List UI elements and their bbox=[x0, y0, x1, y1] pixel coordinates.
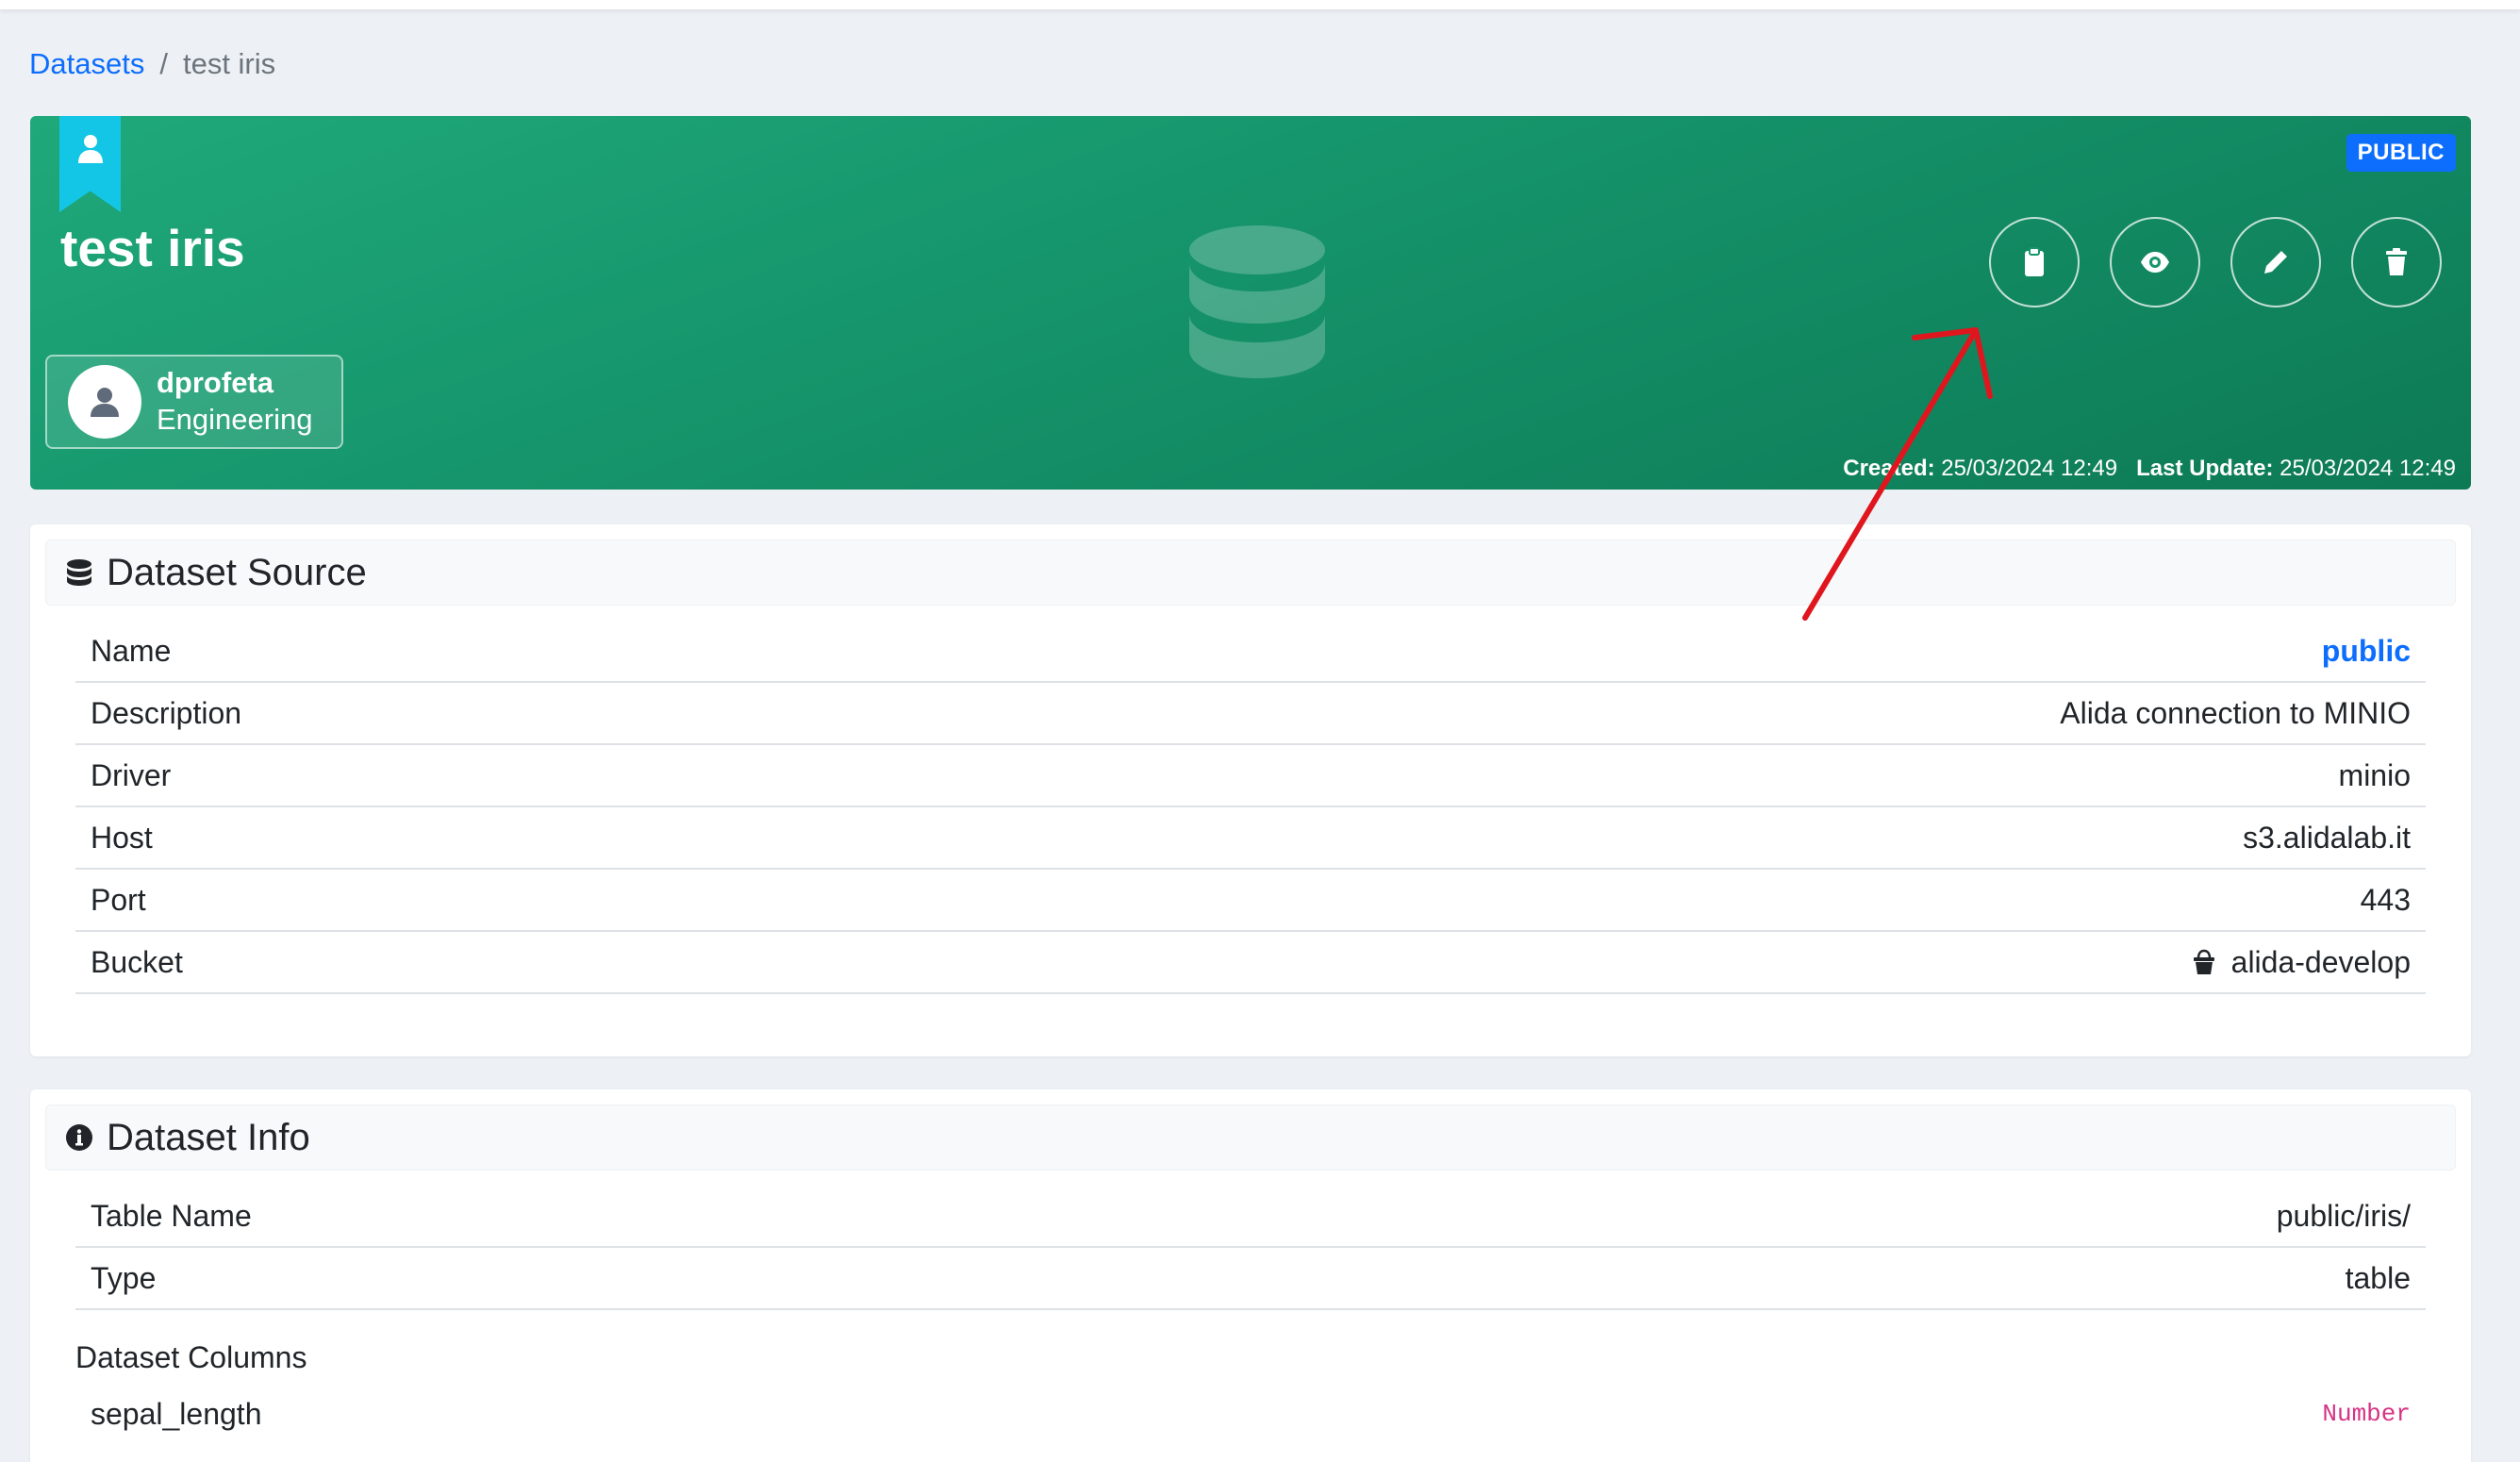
dataset-source-header: Dataset Source bbox=[45, 540, 2456, 606]
created-value: 25/03/2024 12:49 bbox=[1941, 456, 2118, 481]
dataset-info-header: Dataset Info bbox=[45, 1105, 2456, 1171]
dataset-source-title: Dataset Source bbox=[107, 551, 367, 593]
bucket-value: alida-develop bbox=[2230, 944, 2411, 979]
dataset-actions bbox=[1989, 217, 2442, 307]
row-value: Alida connection to MINIO bbox=[2060, 695, 2411, 730]
updated-value: 25/03/2024 12:49 bbox=[2280, 456, 2456, 481]
row-key: Driver bbox=[91, 757, 172, 792]
dates-info: Created: 25/03/2024 12:49 Last Update: 2… bbox=[1843, 456, 2456, 482]
info-row-table-name: Table Name public/iris/ bbox=[75, 1186, 2426, 1248]
updated-label: Last Update: bbox=[2136, 456, 2274, 481]
source-row-bucket: Bucket alida-develop bbox=[75, 932, 2426, 994]
source-row-description: Description Alida connection to MINIO bbox=[75, 683, 2426, 745]
source-row-driver: Driver minio bbox=[75, 745, 2426, 807]
breadcrumb: Datasets / test iris bbox=[29, 45, 275, 83]
clipboard-icon bbox=[2025, 247, 2044, 276]
row-key: Type bbox=[91, 1260, 157, 1295]
breadcrumb-datasets-link[interactable]: Datasets bbox=[29, 47, 144, 81]
dataset-columns-heading: Dataset Columns bbox=[75, 1340, 307, 1374]
owner-card[interactable]: dprofeta Engineering bbox=[45, 355, 343, 449]
bucket-icon bbox=[2193, 949, 2214, 974]
row-value: s3.alidalab.it bbox=[2243, 820, 2411, 855]
trash-icon bbox=[2386, 248, 2407, 275]
row-key: Table Name bbox=[91, 1198, 252, 1233]
view-button[interactable] bbox=[2110, 217, 2200, 307]
source-row-name: Name public bbox=[75, 621, 2426, 683]
row-value: alida-develop bbox=[2192, 945, 2411, 980]
row-key: Port bbox=[91, 882, 146, 917]
breadcrumb-separator: / bbox=[159, 47, 168, 80]
dataset-info-table: Table Name public/iris/ Type table bbox=[75, 1186, 2426, 1310]
row-value: 443 bbox=[2360, 882, 2411, 917]
edit-button[interactable] bbox=[2230, 217, 2321, 307]
owner-name: dprofeta bbox=[157, 366, 274, 399]
info-row-type: Type table bbox=[75, 1248, 2426, 1310]
dataset-info-title: Dataset Info bbox=[107, 1116, 310, 1158]
database-icon bbox=[67, 559, 91, 586]
database-icon bbox=[1189, 225, 1325, 378]
row-value: public/iris/ bbox=[2276, 1198, 2411, 1233]
pencil-icon bbox=[2264, 251, 2287, 274]
avatar bbox=[68, 365, 141, 439]
eye-icon bbox=[2141, 252, 2169, 273]
row-key: Description bbox=[91, 695, 242, 730]
row-key: Host bbox=[91, 820, 153, 855]
info-circle-icon bbox=[66, 1124, 92, 1151]
row-value: minio bbox=[2338, 757, 2411, 792]
row-key: Name bbox=[91, 633, 172, 668]
dataset-title: test iris bbox=[60, 219, 245, 277]
dataset-source-card: Dataset Source Name public Description A… bbox=[30, 524, 2471, 1056]
owner-ribbon bbox=[59, 116, 121, 212]
delete-button[interactable] bbox=[2351, 217, 2442, 307]
row-key: Bucket bbox=[91, 944, 183, 979]
source-row-port: Port 443 bbox=[75, 870, 2426, 932]
breadcrumb-current: test iris bbox=[182, 47, 276, 80]
dataset-info-card: Dataset Info Table Name public/iris/ Typ… bbox=[30, 1089, 2471, 1462]
dataset-banner: test iris PUBLIC dprofeta Engineering Cr… bbox=[30, 116, 2471, 490]
user-icon bbox=[91, 388, 119, 417]
dataset-source-table: Name public Description Alida connection… bbox=[75, 621, 2426, 994]
source-name-link[interactable]: public bbox=[2322, 634, 2411, 669]
source-row-host: Host s3.alidalab.it bbox=[75, 807, 2426, 870]
column-name: sepal_length bbox=[91, 1396, 262, 1431]
column-row: sepal_length Number bbox=[75, 1383, 2426, 1445]
top-navbar bbox=[0, 0, 2520, 9]
created-label: Created: bbox=[1843, 456, 1935, 481]
column-type: Number bbox=[2322, 1400, 2411, 1428]
visibility-badge: PUBLIC bbox=[2346, 134, 2456, 172]
row-value: table bbox=[2345, 1260, 2411, 1295]
user-icon bbox=[77, 135, 103, 163]
copy-button[interactable] bbox=[1989, 217, 2080, 307]
owner-team: Engineering bbox=[157, 403, 313, 436]
